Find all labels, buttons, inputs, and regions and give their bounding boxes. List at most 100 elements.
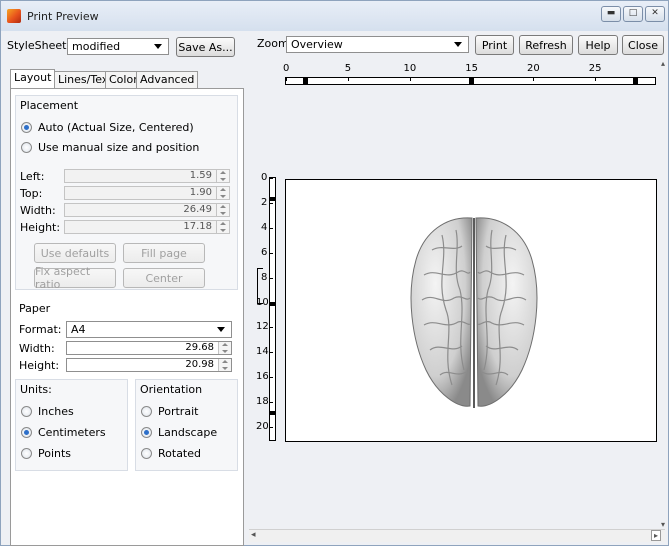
print-button[interactable]: Print	[475, 35, 514, 55]
landscape-label: Landscape	[158, 426, 218, 439]
scroll-up-icon[interactable]: ▴	[661, 59, 665, 68]
radio-selected-icon	[141, 427, 152, 438]
vertical-scrollbar[interactable]: ▴ ▾	[660, 59, 668, 529]
paper-format-value: A4	[71, 323, 86, 336]
scroll-left-icon[interactable]: ◂	[251, 530, 256, 540]
centimeters-radio[interactable]: Centimeters	[21, 426, 106, 439]
auto-placement-radio[interactable]: Auto (Actual Size, Centered)	[21, 121, 194, 134]
width-label: Width:	[20, 204, 56, 217]
placement-title: Placement	[20, 99, 79, 112]
vertical-ruler-tick-label: 10	[256, 296, 269, 308]
maximize-button[interactable]: □	[623, 6, 643, 22]
title-bar: Print Preview ▬ □ ✕	[1, 1, 668, 31]
ruler-marker-left[interactable]	[303, 78, 308, 84]
spinner-arrows-icon[interactable]	[218, 342, 231, 354]
width-value: 26.49	[183, 204, 212, 215]
orientation-group: Orientation Portrait Landscape Rotated	[135, 379, 238, 471]
horizontal-ruler-tick-label: 0	[283, 63, 290, 74]
scroll-right-icon[interactable]: ▸	[651, 530, 661, 541]
brain-right-hemisphere	[475, 217, 538, 407]
ruler-marker-top[interactable]	[270, 197, 275, 201]
radio-unselected-icon	[21, 406, 32, 417]
height-label: Height:	[20, 221, 61, 234]
height-field[interactable]: 17.18	[64, 220, 230, 234]
save-as-button[interactable]: Save As...	[176, 37, 235, 57]
ruler-marker-right[interactable]	[633, 78, 638, 84]
spinner-arrows-icon[interactable]	[218, 359, 231, 371]
top-label: Top:	[20, 187, 43, 200]
spinner-arrows-icon[interactable]	[216, 221, 229, 233]
vertical-ruler-tick	[269, 377, 273, 379]
layout-tab-panel: Placement Auto (Actual Size, Centered) U…	[10, 88, 244, 546]
use-defaults-button[interactable]: Use defaults	[34, 243, 116, 263]
landscape-radio[interactable]: Landscape	[141, 426, 217, 439]
center-button[interactable]: Center	[123, 268, 205, 288]
vertical-ruler-tick	[269, 402, 273, 404]
vertical-ruler-tick	[269, 427, 273, 428]
spinner-arrows-icon[interactable]	[216, 187, 229, 199]
horizontal-ruler-tick	[533, 77, 534, 81]
top-value: 1.90	[189, 187, 212, 198]
radio-unselected-icon	[21, 448, 32, 459]
zoom-select[interactable]: Overview	[286, 36, 469, 53]
manual-placement-radio[interactable]: Use manual size and position	[21, 141, 199, 154]
horizontal-ruler-tick-label: 5	[344, 63, 352, 74]
auto-placement-label: Auto (Actual Size, Centered)	[38, 121, 194, 134]
stylesheet-select[interactable]: modified	[67, 38, 169, 55]
spinner-arrows-icon[interactable]	[216, 170, 229, 182]
vertical-ruler-tick-label: 0	[261, 172, 268, 183]
radio-unselected-icon	[21, 142, 32, 153]
orientation-title: Orientation	[140, 383, 203, 396]
left-value: 1.59	[189, 170, 212, 181]
close-window-button[interactable]: ✕	[645, 6, 665, 22]
paper-width-label: Width:	[19, 342, 55, 355]
horizontal-ruler-tick-label: 25	[588, 63, 602, 74]
vertical-ruler-tick	[269, 178, 273, 179]
radio-selected-icon	[21, 427, 32, 438]
spinner-arrows-icon[interactable]	[216, 204, 229, 216]
left-field[interactable]: 1.59	[64, 169, 230, 183]
horizontal-ruler-tick-label: 20	[527, 63, 540, 74]
zoom-value: Overview	[291, 38, 343, 51]
fill-page-button[interactable]: Fill page	[123, 243, 205, 263]
help-button[interactable]: Help	[578, 35, 618, 55]
rotated-radio[interactable]: Rotated	[141, 447, 201, 460]
paper-format-select[interactable]: A4	[66, 321, 232, 338]
paper-title: Paper	[19, 302, 51, 315]
paper-width-field[interactable]: 29.68	[66, 341, 232, 355]
vertical-ruler-tick	[269, 202, 273, 204]
manual-placement-label: Use manual size and position	[38, 141, 200, 154]
paper-width-value: 29.68	[185, 342, 214, 353]
tab-layout[interactable]: Layout	[10, 69, 56, 88]
paper-height-label: Height:	[19, 359, 60, 372]
ruler-marker-bottom[interactable]	[270, 411, 275, 415]
horizontal-scrollbar[interactable]: ◂ ▸	[249, 529, 665, 542]
points-radio[interactable]: Points	[21, 447, 71, 460]
top-field[interactable]: 1.90	[64, 186, 230, 200]
paper-height-field[interactable]: 20.98	[66, 358, 232, 372]
format-label: Format:	[19, 323, 62, 336]
page-preview	[285, 179, 657, 442]
fix-aspect-ratio-button[interactable]: Fix aspect ratio	[34, 265, 116, 291]
main-content: StyleSheet modified Save As... Zoom Over…	[1, 31, 668, 546]
close-button[interactable]: Close	[622, 35, 664, 55]
brain-figure	[410, 217, 538, 408]
scroll-down-icon[interactable]: ▾	[661, 520, 665, 529]
portrait-radio[interactable]: Portrait	[141, 405, 198, 418]
units-title: Units:	[20, 383, 52, 396]
left-label: Left:	[20, 170, 45, 183]
vertical-ruler-tick-label: 20	[256, 421, 269, 432]
paper-group: Paper Format: A4 Width: 29.68 Height: 20…	[15, 299, 238, 373]
vertical-ruler-tick-label: 12	[256, 321, 269, 333]
radio-selected-icon	[21, 122, 32, 133]
portrait-label: Portrait	[158, 405, 199, 418]
stylesheet-label: StyleSheet	[7, 39, 67, 52]
tab-advanced[interactable]: Advanced	[136, 71, 199, 88]
refresh-button[interactable]: Refresh	[519, 35, 573, 55]
width-field[interactable]: 26.49	[64, 203, 230, 217]
chevron-down-icon	[454, 42, 462, 47]
minimize-button[interactable]: ▬	[601, 6, 621, 22]
units-group: Units: Inches Centimeters Points	[15, 379, 128, 471]
vertical-ruler-tick-label: 14	[256, 346, 269, 358]
inches-radio[interactable]: Inches	[21, 405, 74, 418]
